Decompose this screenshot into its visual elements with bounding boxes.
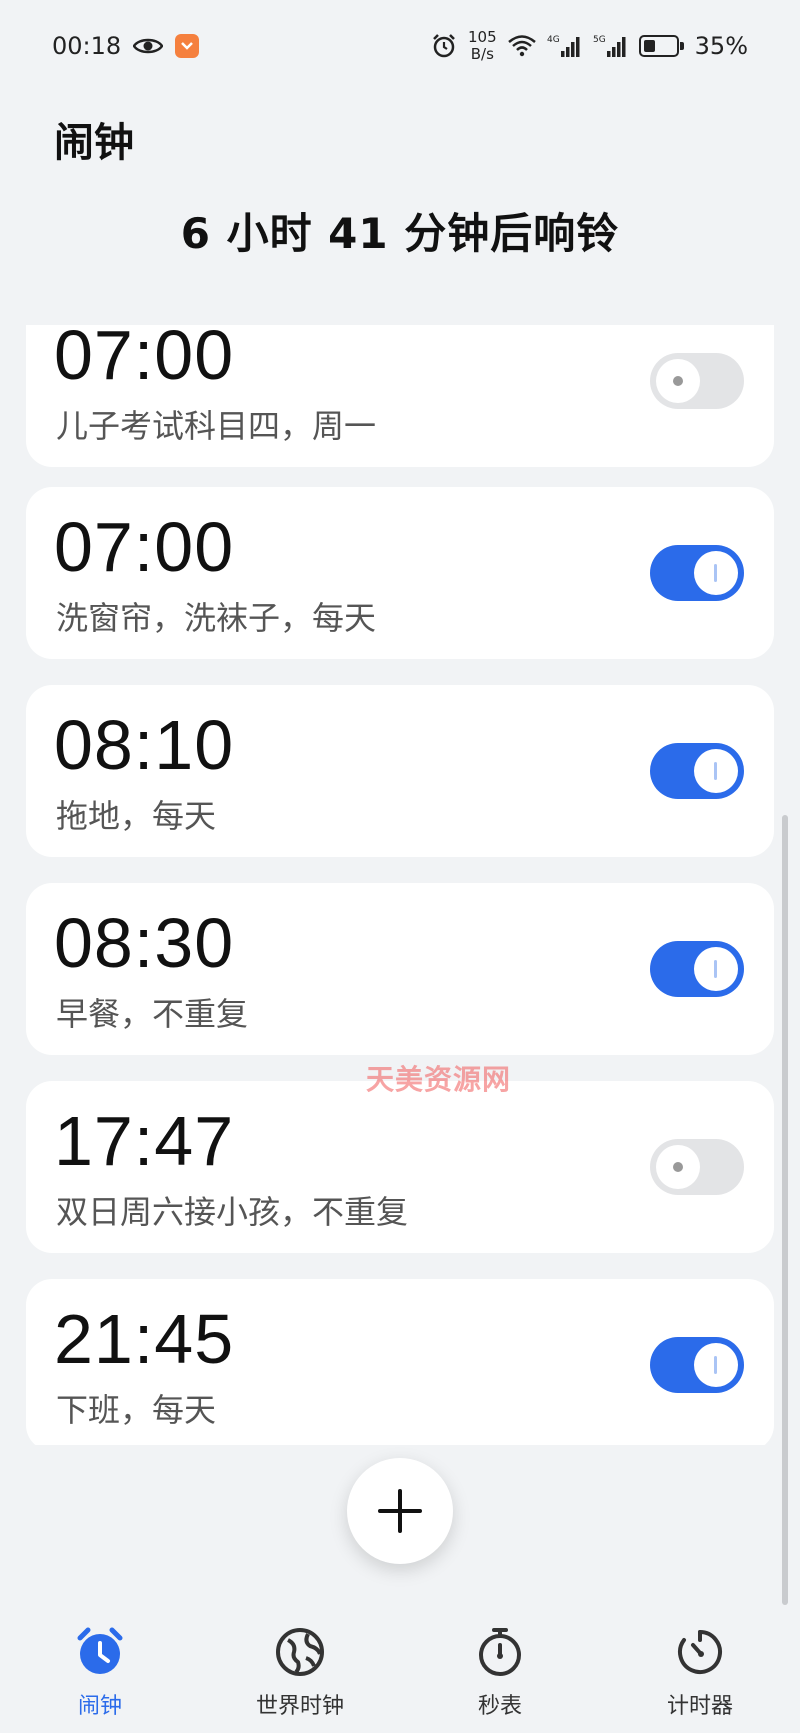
scrollbar[interactable]: [782, 815, 788, 1605]
alarm-toggle[interactable]: [650, 545, 744, 601]
toggle-knob: [694, 749, 738, 793]
signal-5g-icon: 5G: [593, 35, 626, 57]
alarm-toggle[interactable]: [650, 353, 744, 409]
wifi-icon: [507, 35, 536, 57]
alarm-toggle[interactable]: [650, 1337, 744, 1393]
battery-percent: 35%: [694, 32, 748, 60]
alarm-card[interactable]: 07:00 儿子考试科目四，周一: [26, 325, 774, 467]
alarm-toggle[interactable]: [650, 1139, 744, 1195]
next-ring-text: 6 小时 41 分钟后响铃: [180, 209, 620, 258]
tab-stopwatch[interactable]: 秒表: [400, 1620, 600, 1733]
watermark-text: 天美资源网: [366, 1063, 512, 1096]
eye-icon: [133, 38, 164, 54]
alarm-toggle[interactable]: [650, 743, 744, 799]
tab-world-clock[interactable]: 世界时钟: [200, 1620, 400, 1733]
alarm-status-icon: [433, 34, 455, 58]
alarm-time: 07:00: [54, 325, 235, 394]
tab-timer[interactable]: 计时器: [600, 1620, 800, 1733]
alarm-clock-icon: [77, 1627, 123, 1674]
net-speed-unit: B/s: [470, 45, 494, 63]
tab-label: 计时器: [666, 1694, 733, 1719]
alarm-card[interactable]: 21:45 下班，每天: [26, 1279, 774, 1445]
page-title: 闹钟: [54, 120, 134, 166]
toggle-knob: [656, 359, 700, 403]
alarm-label: 早餐，不重复: [56, 995, 249, 1033]
add-alarm-button[interactable]: [347, 1458, 453, 1564]
alarm-card[interactable]: 08:30 早餐，不重复: [26, 883, 774, 1055]
status-bar: 00:18 105 B/s 4G 5G 35%: [0, 0, 800, 92]
alarm-time: 17:47: [54, 1102, 235, 1180]
alarm-card[interactable]: 08:10 拖地，每天: [26, 685, 774, 857]
alarm-toggle[interactable]: [650, 941, 744, 997]
alarm-time: 07:00: [54, 508, 235, 586]
signal-4g-icon: 4G: [547, 35, 580, 57]
alarm-label: 下班，每天: [56, 1391, 217, 1429]
battery-fill: [643, 40, 655, 52]
status-time: 00:18: [52, 32, 122, 60]
net-speed-value: 105: [468, 28, 497, 46]
network-speed: 105 B/s: [468, 29, 497, 63]
alarm-label: 洗窗帘，洗袜子，每天: [56, 599, 377, 637]
alarm-label: 儿子考试科目四，周一: [56, 407, 377, 445]
tab-label: 闹钟: [77, 1694, 122, 1719]
toggle-knob: [656, 1145, 700, 1189]
toggle-knob: [694, 551, 738, 595]
tab-label: 秒表: [477, 1694, 522, 1719]
bottom-nav: 闹钟 世界时钟 秒表 计时器: [0, 1620, 800, 1733]
battery-icon: [638, 35, 684, 57]
alarm-label: 拖地，每天: [56, 797, 217, 835]
globe-icon: [276, 1628, 324, 1676]
alarm-label: 双日周六接小孩，不重复: [56, 1193, 409, 1231]
toggle-knob: [694, 1343, 738, 1387]
alarm-time: 21:45: [54, 1300, 235, 1378]
signal-5g-label: 5G: [593, 35, 606, 45]
toggle-knob: [694, 947, 738, 991]
alarm-time: 08:10: [54, 706, 235, 784]
timer-icon: [678, 1630, 722, 1674]
alarm-time: 08:30: [54, 904, 235, 982]
alarm-list[interactable]: 07:00 儿子考试科目四，周一 07:00 洗窗帘，洗袜子，每天 08:10 …: [26, 325, 774, 1445]
plus-icon: [378, 1489, 422, 1533]
tab-label: 世界时钟: [255, 1694, 344, 1719]
signal-4g-label: 4G: [547, 35, 560, 45]
alarm-card[interactable]: 17:47 双日周六接小孩，不重复: [26, 1081, 774, 1253]
tab-alarm[interactable]: 闹钟: [0, 1620, 200, 1733]
alarm-card[interactable]: 07:00 洗窗帘，洗袜子，每天: [26, 487, 774, 659]
shield-app-icon: [175, 34, 200, 58]
stopwatch-icon: [479, 1628, 521, 1676]
